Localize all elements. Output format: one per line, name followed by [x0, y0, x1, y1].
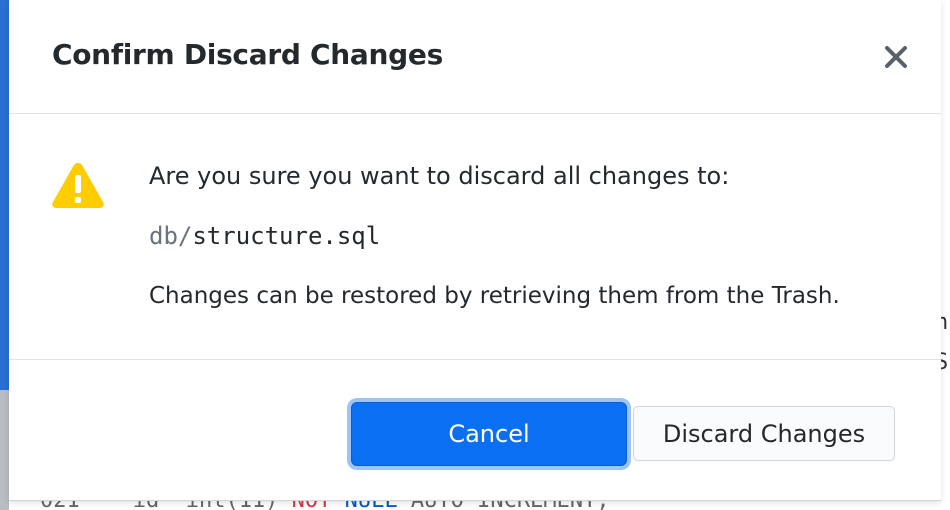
file-path: db/structure.sql [149, 222, 380, 250]
dialog-title: Confirm Discard Changes [52, 38, 443, 71]
file-path-directory: db/ [149, 222, 193, 250]
file-path-filename: structure.sql [192, 222, 381, 250]
confirm-discard-dialog: Confirm Discard Changes Are you sure you… [9, 0, 941, 501]
warning-icon [50, 160, 106, 210]
dialog-header: Confirm Discard Changes [9, 0, 941, 114]
cancel-button[interactable]: Cancel [351, 402, 627, 466]
restore-note: Changes can be restored by retrieving th… [149, 283, 840, 309]
discard-changes-button[interactable]: Discard Changes [633, 406, 895, 461]
dialog-footer: Cancel Discard Changes [9, 360, 941, 500]
confirm-message: Are you sure you want to discard all cha… [149, 162, 730, 190]
editor-gutter-highlight [0, 0, 9, 390]
close-icon[interactable] [881, 42, 911, 72]
dialog-body: Are you sure you want to discard all cha… [9, 114, 941, 360]
editor-gutter [0, 390, 9, 510]
